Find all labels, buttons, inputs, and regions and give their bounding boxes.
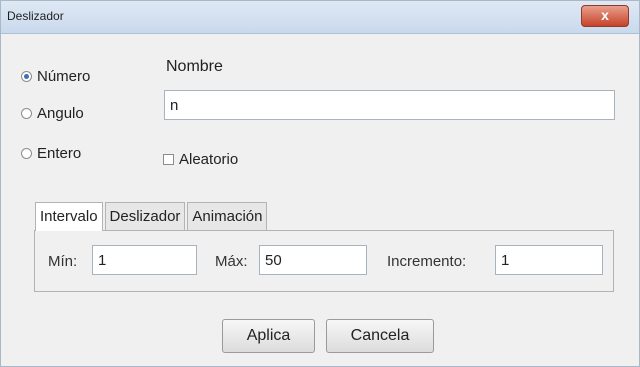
min-label: Mín: — [48, 253, 78, 270]
dialog-body: Número Angulo Entero Nombre Aleatorio In… — [1, 34, 639, 366]
random-checkbox-row[interactable]: Aleatorio — [163, 151, 238, 168]
tab-strip: Intervalo Deslizador Animación — [35, 202, 269, 231]
radio-numero-button[interactable] — [21, 71, 32, 82]
close-button[interactable]: x — [581, 5, 629, 27]
radio-entero-label: Entero — [37, 145, 82, 162]
window-title: Deslizador — [7, 9, 64, 23]
radio-numero[interactable]: Número — [21, 68, 90, 85]
radio-numero-label: Número — [37, 68, 91, 85]
radio-angulo-label: Angulo — [37, 105, 84, 122]
max-input[interactable] — [259, 245, 367, 275]
tab-animacion[interactable]: Animación — [187, 202, 268, 230]
random-checkbox[interactable] — [163, 154, 174, 165]
interval-panel: Mín: Máx: Incremento: — [34, 230, 614, 292]
min-input[interactable] — [92, 245, 197, 275]
slider-dialog: Deslizador x Número Angulo Entero Nombre… — [0, 0, 640, 367]
close-icon: x — [601, 7, 609, 23]
name-input[interactable] — [164, 90, 615, 120]
tab-intervalo[interactable]: Intervalo — [35, 202, 103, 231]
radio-angulo-button[interactable] — [21, 108, 32, 119]
cancel-button[interactable]: Cancela — [326, 319, 434, 353]
radio-entero-button[interactable] — [21, 148, 32, 159]
tab-deslizador[interactable]: Deslizador — [104, 202, 186, 230]
name-label: Nombre — [166, 58, 223, 75]
increment-input[interactable] — [495, 245, 603, 275]
random-label: Aleatorio — [179, 151, 239, 168]
increment-label: Incremento: — [387, 253, 467, 270]
radio-angulo[interactable]: Angulo — [21, 105, 84, 122]
max-label: Máx: — [215, 253, 248, 270]
radio-entero[interactable]: Entero — [21, 145, 81, 162]
title-bar[interactable]: Deslizador x — [1, 1, 639, 34]
apply-button[interactable]: Aplica — [222, 319, 315, 353]
